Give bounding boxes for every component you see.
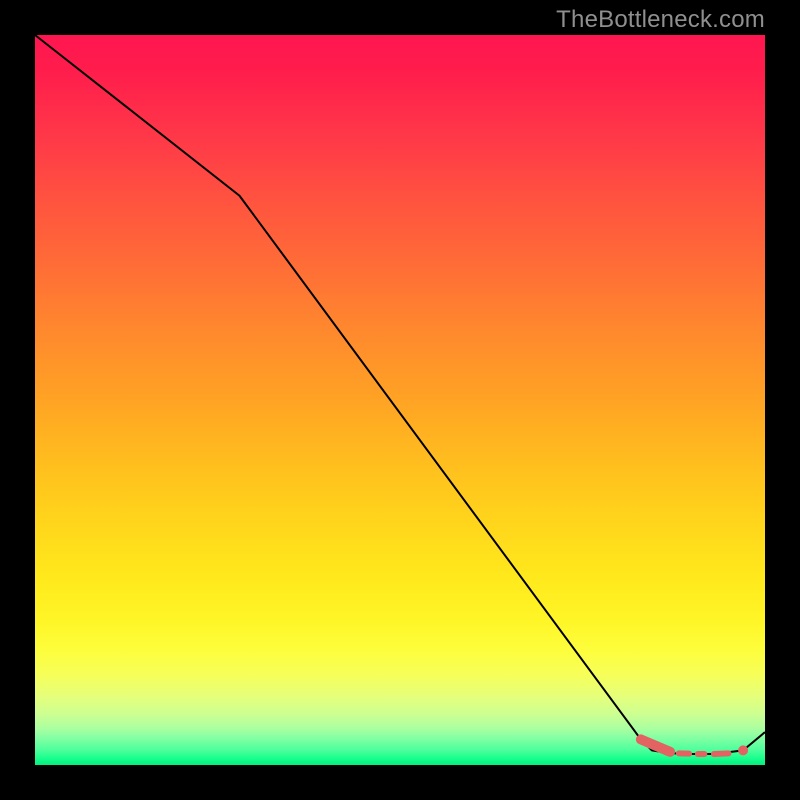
chart-overlay [35,35,765,765]
slider-highlight [641,739,670,751]
chart-frame: TheBottleneck.com [0,0,800,800]
slider-seg-3 [714,753,729,754]
watermark-text: TheBottleneck.com [556,6,765,34]
slider-dot [738,745,748,755]
bottleneck-curve [35,35,765,754]
